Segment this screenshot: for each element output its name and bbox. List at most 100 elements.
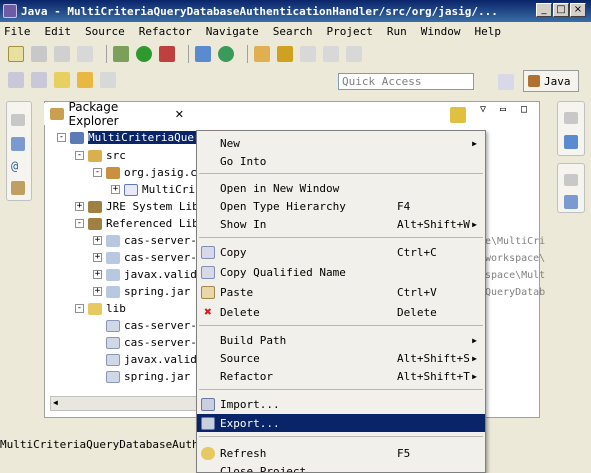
collapse-icon[interactable]: - (75, 304, 84, 313)
collapse-icon[interactable]: - (57, 133, 66, 142)
close-button[interactable]: × (570, 3, 586, 17)
block-selection-icon[interactable] (323, 46, 339, 62)
new-class-icon[interactable] (218, 46, 234, 62)
save-icon[interactable] (31, 46, 47, 62)
run-icon[interactable] (136, 46, 152, 62)
expand-icon[interactable]: + (93, 236, 102, 245)
tree-item-file[interactable]: cas-server- (106, 317, 197, 334)
expand-icon[interactable]: + (75, 202, 84, 211)
package-explorer-tab[interactable]: Package Explorer ✕ (44, 100, 184, 128)
next-annotation-icon[interactable] (8, 72, 24, 88)
collapse-icon[interactable]: - (75, 219, 84, 228)
menu-refactor[interactable]: Refactor (139, 25, 192, 38)
eclipse-icon (3, 4, 17, 18)
expand-icon[interactable]: + (93, 287, 102, 296)
menu-item-new[interactable]: New ▶ (197, 134, 485, 152)
outline-icon[interactable] (564, 135, 578, 149)
expand-icon[interactable]: + (93, 270, 102, 279)
menu-item-open-type-hierarchy[interactable]: Open Type Hierarchy F4 (197, 197, 485, 215)
tree-item-jre[interactable]: + JRE System Lib (75, 198, 199, 215)
menu-item-copy[interactable]: Copy Ctrl+C (197, 243, 485, 261)
tree-item-file[interactable]: javax.valid (106, 351, 197, 368)
restore-icon[interactable] (564, 174, 578, 186)
maximize-button[interactable]: □ (553, 3, 569, 17)
menu-item-open-new-window[interactable]: Open in New Window (197, 179, 485, 197)
scroll-left-icon[interactable]: ◀ (53, 398, 58, 407)
open-type-icon[interactable] (254, 46, 270, 62)
menu-item-show-in[interactable]: Show In Alt+Shift+W ▶ (197, 215, 485, 233)
import-icon (201, 397, 215, 411)
back-icon[interactable] (77, 72, 93, 88)
menu-source[interactable]: Source (85, 25, 125, 38)
file-icon (106, 370, 120, 383)
minimize-button[interactable]: _ (536, 3, 552, 17)
menu-item-label: New (220, 136, 240, 150)
show-whitespace-icon[interactable] (346, 46, 362, 62)
tree-item-label: cas-server- (124, 234, 197, 247)
print-icon[interactable] (77, 46, 93, 62)
save-all-icon[interactable] (54, 46, 70, 62)
debug-icon[interactable] (113, 46, 129, 62)
tree-item-class-file[interactable]: + MultiCri (111, 181, 195, 198)
restore-icon[interactable] (564, 112, 578, 124)
tree-item-project[interactable]: - MultiCriteriaQuery (57, 129, 208, 146)
menu-item-close-project[interactable]: Close Project (197, 462, 485, 473)
tree-item-label: javax.valid (124, 268, 197, 281)
close-icon[interactable]: ✕ (175, 108, 184, 121)
new-java-project-icon[interactable] (195, 46, 211, 62)
quick-access-input[interactable]: Quick Access (338, 73, 474, 90)
search-icon[interactable] (277, 46, 293, 62)
java-perspective-button[interactable]: Java (523, 70, 579, 92)
javadoc-icon[interactable]: @ (11, 159, 25, 173)
menu-item-build-path[interactable]: Build Path ▶ (197, 331, 485, 349)
tree-item-jar[interactable]: + spring.jar (93, 283, 190, 300)
tree-item-jar[interactable]: + javax.valid (93, 266, 197, 283)
menu-item-delete[interactable]: ✖ Delete Delete (197, 303, 485, 321)
maximize-view-icon[interactable]: □ (521, 104, 527, 115)
tree-item-file[interactable]: cas-server- (106, 334, 197, 351)
previous-annotation-icon[interactable] (31, 72, 47, 88)
tree-item-package[interactable]: - org.jasig.c (93, 164, 197, 181)
tree-item-referenced-libraries[interactable]: - Referenced Lib (75, 215, 199, 232)
menu-edit[interactable]: Edit (45, 25, 72, 38)
collapse-icon[interactable]: - (93, 168, 102, 177)
tree-item-jar[interactable]: + cas-server- (93, 249, 197, 266)
tree-item-label: cas-server- (124, 319, 197, 332)
tree-item-src[interactable]: - src (75, 147, 126, 164)
menu-file[interactable]: File (4, 25, 31, 38)
menu-item-refactor[interactable]: Refactor Alt+Shift+T ▶ (197, 367, 485, 385)
menu-item-paste[interactable]: Paste Ctrl+V (197, 283, 485, 301)
forward-icon[interactable] (100, 72, 116, 88)
view-menu-icon[interactable]: ▽ (480, 104, 486, 115)
menu-item-export[interactable]: Export... (197, 414, 485, 432)
menu-search[interactable]: Search (273, 25, 313, 38)
submenu-arrow-icon: ▶ (472, 371, 477, 381)
tree-item-lib-folder[interactable]: - lib (75, 300, 126, 317)
external-tools-icon[interactable] (159, 46, 175, 62)
declaration-icon[interactable] (11, 181, 25, 195)
link-with-editor-icon[interactable] (450, 107, 466, 123)
restore-icon[interactable] (11, 114, 25, 126)
hierarchy-icon[interactable] (11, 137, 25, 151)
menu-item-refresh[interactable]: Refresh F5 (197, 444, 485, 462)
new-icon[interactable] (8, 46, 24, 62)
menu-item-copy-qualified-name[interactable]: Copy Qualified Name (197, 263, 485, 281)
last-edit-icon[interactable] (54, 72, 70, 88)
tree-item-file[interactable]: spring.jar (106, 368, 190, 385)
expand-icon[interactable]: + (93, 253, 102, 262)
toggle-mark-icon[interactable] (300, 46, 316, 62)
menu-help[interactable]: Help (474, 25, 501, 38)
open-perspective-icon[interactable] (498, 74, 514, 90)
expand-icon[interactable]: + (111, 185, 120, 194)
menu-window[interactable]: Window (421, 25, 461, 38)
menu-item-go-into[interactable]: Go Into (197, 152, 485, 170)
task-list-icon[interactable] (564, 195, 578, 209)
menu-item-source[interactable]: Source Alt+Shift+S ▶ (197, 349, 485, 367)
menu-project[interactable]: Project (326, 25, 372, 38)
menu-item-import[interactable]: Import... (197, 395, 485, 413)
tree-item-jar[interactable]: + cas-server- (93, 232, 197, 249)
menu-run[interactable]: Run (387, 25, 407, 38)
minimize-view-icon[interactable]: ▭ (500, 104, 506, 115)
menu-navigate[interactable]: Navigate (206, 25, 259, 38)
collapse-icon[interactable]: - (75, 151, 84, 160)
